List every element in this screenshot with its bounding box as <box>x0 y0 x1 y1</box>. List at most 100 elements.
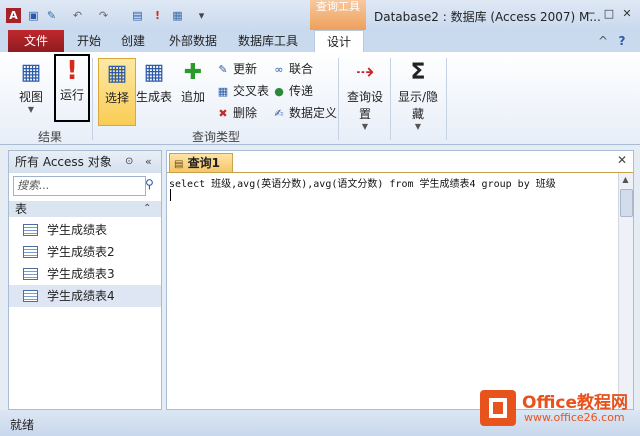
globe-icon: ● <box>274 85 284 98</box>
append-icon: ✚ <box>183 60 203 85</box>
collapse-pane-icon[interactable]: « <box>145 151 152 173</box>
update-button[interactable]: ✎ 更新 <box>216 60 257 78</box>
nav-group-tables[interactable]: 表 ⌃ <box>9 201 161 217</box>
close-document-icon[interactable]: ✕ <box>617 153 627 167</box>
select-query-button[interactable]: ▦ 选择 <box>98 58 136 126</box>
collapse-group-icon[interactable]: ⌃ <box>143 201 151 217</box>
customize-icon[interactable]: ▾ <box>194 8 209 23</box>
nav-item-table-4[interactable]: 学生成绩表4 <box>9 285 161 307</box>
chevron-down-icon: ▼ <box>414 122 422 131</box>
tab-design[interactable]: 设计 <box>314 30 364 53</box>
chevron-down-icon: ▼ <box>361 122 369 131</box>
nav-item-table-1[interactable]: 学生成绩表 <box>9 219 161 241</box>
nav-pane-header[interactable]: 所有 Access 对象 ⊙ « <box>9 151 161 173</box>
restore-button[interactable]: □ <box>602 7 616 21</box>
nav-item-table-3[interactable]: 学生成绩表3 <box>9 263 161 285</box>
tab-database-tools[interactable]: 数据库工具 <box>236 30 300 52</box>
context-tab-group-label: 查询工具 <box>310 0 366 30</box>
table-icon[interactable]: ▦ <box>170 8 185 23</box>
vertical-scrollbar[interactable]: ▲ <box>618 173 633 409</box>
edit-icon[interactable]: ✎ <box>44 8 59 23</box>
pass-through-label: 传递 <box>289 84 314 98</box>
select-query-icon: ▦ <box>106 61 128 86</box>
tab-create[interactable]: 创建 <box>118 30 148 52</box>
pass-through-button[interactable]: ● 传递 <box>272 82 313 100</box>
delete-label: 删除 <box>233 106 258 120</box>
text-cursor <box>170 189 171 201</box>
tab-external-data[interactable]: 外部数据 <box>166 30 220 52</box>
union-button[interactable]: ∞ 联合 <box>272 60 313 78</box>
ribbon-collapse-button[interactable]: ^ <box>596 30 610 52</box>
crosstab-label: 交叉表 <box>233 84 270 98</box>
table-icon <box>23 224 38 236</box>
append-button[interactable]: ✚ 追加 <box>176 58 210 124</box>
table-icon <box>23 246 38 258</box>
tab-home[interactable]: 开始 <box>74 30 104 52</box>
table-icon <box>23 268 38 280</box>
update-label: 更新 <box>233 62 258 76</box>
scroll-up-icon[interactable]: ▲ <box>620 175 631 187</box>
pencil-icon: ✎ <box>218 63 228 76</box>
crosstab-icon: ▦ <box>217 85 229 98</box>
data-definition-icon: ✍ <box>274 107 284 120</box>
close-button[interactable]: ✕ <box>620 7 634 21</box>
datasheet-view-icon: ▦ <box>20 60 42 85</box>
document-area: ▤ 查询1 ✕ select 班级,avg(英语分数),avg(语文分数) fr… <box>166 150 634 410</box>
run-icon[interactable]: ! <box>150 8 165 23</box>
nav-item-table-2[interactable]: 学生成绩表2 <box>9 241 161 263</box>
minimize-button[interactable]: ─ <box>584 7 598 21</box>
navigation-pane: 所有 Access 对象 ⊙ « 搜索... ⚲ 表 ⌃ 学生成绩表 学生成绩表… <box>8 150 162 410</box>
show-hide-label: 显示/隐藏 <box>397 90 439 121</box>
nav-group-label: 表 <box>15 202 28 216</box>
watermark-url: www.office26.com <box>524 411 625 424</box>
view-button-label: 视图 <box>18 90 43 104</box>
run-button[interactable]: ! 运行 <box>54 54 90 122</box>
query-setup-button[interactable]: ⇢ 查询设置 ▼ <box>342 58 388 131</box>
make-table-button[interactable]: ▦ 生成表 <box>136 58 172 124</box>
nav-pane-title: 所有 Access 对象 <box>15 155 112 169</box>
search-icon[interactable]: ⚲ <box>145 177 154 191</box>
chevron-down-icon: ▼ <box>27 105 35 114</box>
sigma-icon: Σ <box>410 60 426 85</box>
crosstab-button[interactable]: ▦ 交叉表 <box>216 82 269 100</box>
access-logo-icon[interactable]: A <box>6 8 21 23</box>
title-bar: A ▣ ✎ ↶ ↷ ▤ ! ▦ ▾ 查询工具 Database2 : 数据库 (… <box>0 0 640 30</box>
sql-editor[interactable]: select 班级,avg(英语分数),avg(语文分数) from 学生成绩表… <box>169 175 556 190</box>
view-icon[interactable]: ▤ <box>130 8 145 23</box>
nav-item-label: 学生成绩表 <box>47 223 108 237</box>
ribbon-tabs: 文件 开始 创建 外部数据 数据库工具 设计 ^ ? <box>0 30 640 53</box>
group-separator <box>338 58 339 140</box>
undo-icon[interactable]: ↶ <box>70 8 85 23</box>
tab-file[interactable]: 文件 <box>8 30 64 52</box>
status-text: 就绪 <box>10 418 35 432</box>
make-table-label: 生成表 <box>136 90 173 104</box>
tab-underline <box>167 172 633 173</box>
query-tab-label: 查询1 <box>187 156 220 170</box>
group-label-results: 结果 <box>38 130 63 144</box>
save-icon[interactable]: ▣ <box>26 8 41 23</box>
make-table-icon: ▦ <box>143 60 165 85</box>
query-document-tab[interactable]: ▤ 查询1 <box>169 153 233 173</box>
data-definition-button[interactable]: ✍ 数据定义 <box>272 104 337 122</box>
run-button-label: 运行 <box>59 88 84 102</box>
show-hide-button[interactable]: Σ 显示/隐藏 ▼ <box>393 58 443 131</box>
nav-item-label: 学生成绩表4 <box>47 289 115 303</box>
scrollbar-thumb[interactable] <box>620 189 633 217</box>
ribbon: ▦ 视图 ▼ ! 运行 结果 ▦ 选择 ▦ 生成表 ✚ 追加 ✎ 更新 ▦ 交叉表 … <box>0 52 640 145</box>
nav-search-input[interactable]: 搜索... <box>13 176 146 196</box>
watermark-brand: Office教程网 <box>522 393 629 413</box>
view-button[interactable]: ▦ 视图 ▼ <box>10 58 52 124</box>
delete-button[interactable]: ✖ 删除 <box>216 104 257 122</box>
query-icon: ▤ <box>174 159 184 170</box>
exclamation-icon: ! <box>66 56 78 86</box>
redo-icon[interactable]: ↷ <box>96 8 111 23</box>
group-separator <box>390 58 391 140</box>
select-button-label: 选择 <box>104 91 129 105</box>
help-button[interactable]: ? <box>614 30 630 52</box>
nav-item-label: 学生成绩表2 <box>47 245 115 259</box>
union-icon: ∞ <box>274 63 284 76</box>
watermark: Office教程网 www.office26.com <box>478 384 634 432</box>
nav-menu-dropdown-icon[interactable]: ⊙ <box>125 151 133 173</box>
query-setup-label: 查询设置 <box>346 90 383 121</box>
union-label: 联合 <box>289 62 314 76</box>
